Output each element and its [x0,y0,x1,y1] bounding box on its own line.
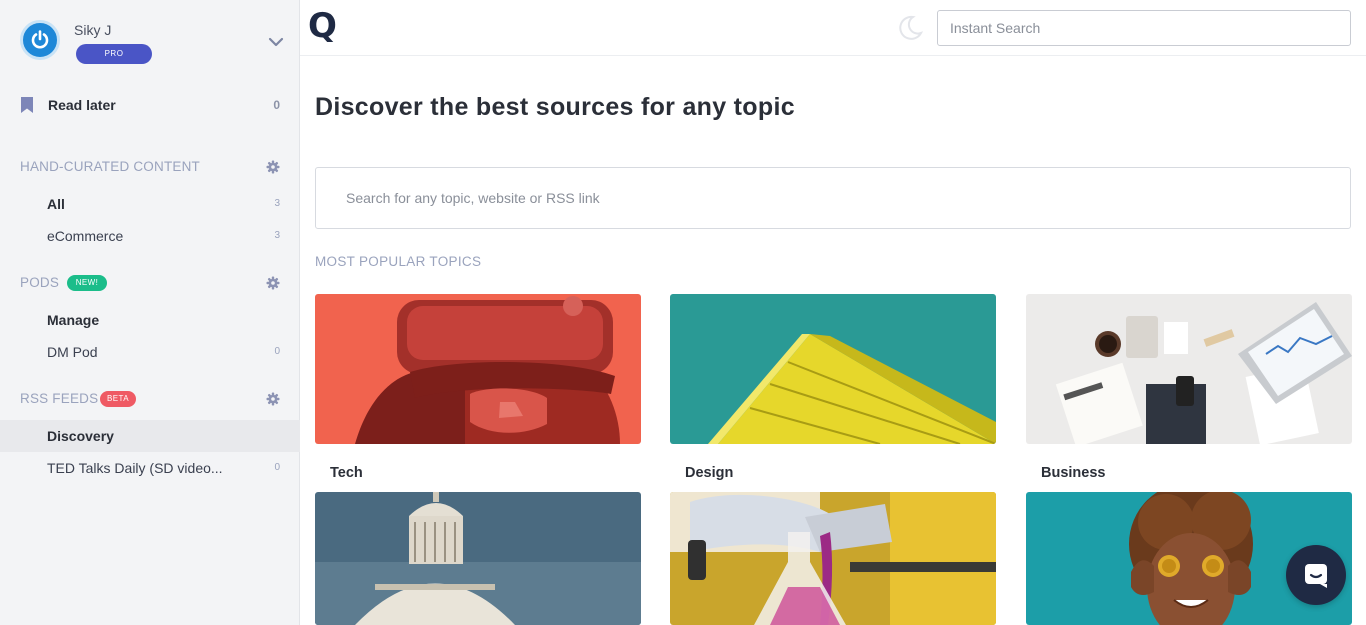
nav-item-label: eCommerce [47,228,124,244]
section-title: HAND-CURATED CONTENT [20,159,200,174]
nav-item-manage[interactable]: Manage [0,304,300,336]
topic-card-5[interactable] [670,492,996,625]
power-icon [31,30,49,49]
topic-image-capitol [315,492,641,625]
sidebar: Siky J PRO Read later 0 HAND-CURATED CON… [0,0,300,625]
nav-item-count: 3 [274,230,280,241]
main-content: Q Discover the best sources for any topi… [300,0,1366,625]
page-title: Discover the best sources for any topic [315,93,795,121]
topic-title: Business [1041,465,1106,481]
nav-item-label: DM Pod [47,344,98,360]
user-profile[interactable]: Siky J PRO [20,20,285,64]
avatar[interactable] [20,20,60,60]
topic-card-4[interactable] [315,492,641,625]
nav-item-label: Manage [47,312,100,328]
nav-item-dm-pod[interactable]: DM Pod 0 [0,336,300,368]
read-later-label: Read later [48,97,116,113]
topic-image-business [1026,294,1352,444]
instant-search-input[interactable] [937,10,1351,46]
moon-icon[interactable] [897,15,923,41]
read-later-link[interactable]: Read later 0 [20,96,280,116]
nav-item-ted-talks[interactable]: TED Talks Daily (SD video... 0 [0,452,300,484]
topic-image-lab [670,492,996,625]
topic-search-input[interactable] [315,167,1351,229]
top-bar: Q [300,0,1366,56]
nav-item-count: 3 [274,198,280,209]
section-title: PODS [20,275,60,290]
nav-item-discovery[interactable]: Discovery [0,420,300,452]
nav-item-ecommerce[interactable]: eCommerce 3 [0,220,300,252]
nav-item-label: Discovery [47,428,114,444]
app-logo[interactable]: Q [308,6,337,46]
topic-title: Tech [330,465,363,481]
bookmark-icon [21,97,33,113]
nav-item-count: 0 [274,462,280,473]
topic-image-design [670,294,996,444]
section-pods: PODS NEW! [20,275,280,293]
new-badge: NEW! [67,275,107,291]
chat-icon [1305,564,1327,588]
read-later-count: 0 [273,98,280,112]
nav-item-label: TED Talks Daily (SD video... [47,460,223,476]
gear-icon[interactable] [266,160,280,174]
section-hand-curated: HAND-CURATED CONTENT [20,159,280,177]
nav-item-count: 0 [274,346,280,357]
topic-card-design[interactable]: Design [670,294,996,494]
popular-topics-heading: MOST POPULAR TOPICS [315,254,482,269]
gear-icon[interactable] [266,276,280,290]
topic-title: Design [685,465,734,481]
gear-icon[interactable] [266,392,280,406]
nav-item-all[interactable]: All 3 [0,188,300,220]
plan-badge: PRO [76,44,152,64]
chevron-down-icon[interactable] [268,34,284,50]
nav-item-label: All [47,196,65,212]
topic-image-tech [315,294,641,444]
section-rss-feeds: RSS FEEDS BETA [20,391,280,409]
topic-card-tech[interactable]: Tech [315,294,641,494]
user-name: Siky J [74,22,112,38]
beta-badge: BETA [100,391,136,407]
chat-button[interactable] [1286,545,1346,605]
topic-card-business[interactable]: Business [1026,294,1352,494]
section-title: RSS FEEDS [20,391,99,406]
